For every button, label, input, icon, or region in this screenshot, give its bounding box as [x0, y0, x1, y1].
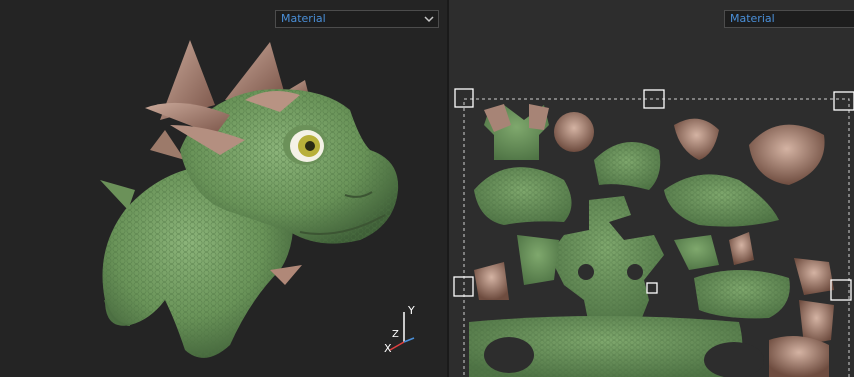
material-dropdown-left-value: Material	[281, 12, 326, 25]
axis-x-label: X	[384, 342, 392, 355]
axis-gizmo: Y X Z	[384, 304, 415, 355]
dragon-3d-model[interactable]	[0, 0, 447, 377]
chevron-down-icon	[424, 16, 434, 23]
axis-y-label: Y	[407, 304, 415, 317]
material-dropdown-right[interactable]: Material	[724, 10, 854, 28]
uv-layout[interactable]	[449, 0, 854, 377]
3d-viewport[interactable]: Y X Z Material	[0, 0, 447, 377]
material-dropdown-left[interactable]: Material	[275, 10, 439, 28]
uv-viewport[interactable]: Material	[449, 0, 854, 377]
axis-z-label: Z	[392, 329, 399, 340]
material-dropdown-right-value: Material	[730, 12, 775, 25]
